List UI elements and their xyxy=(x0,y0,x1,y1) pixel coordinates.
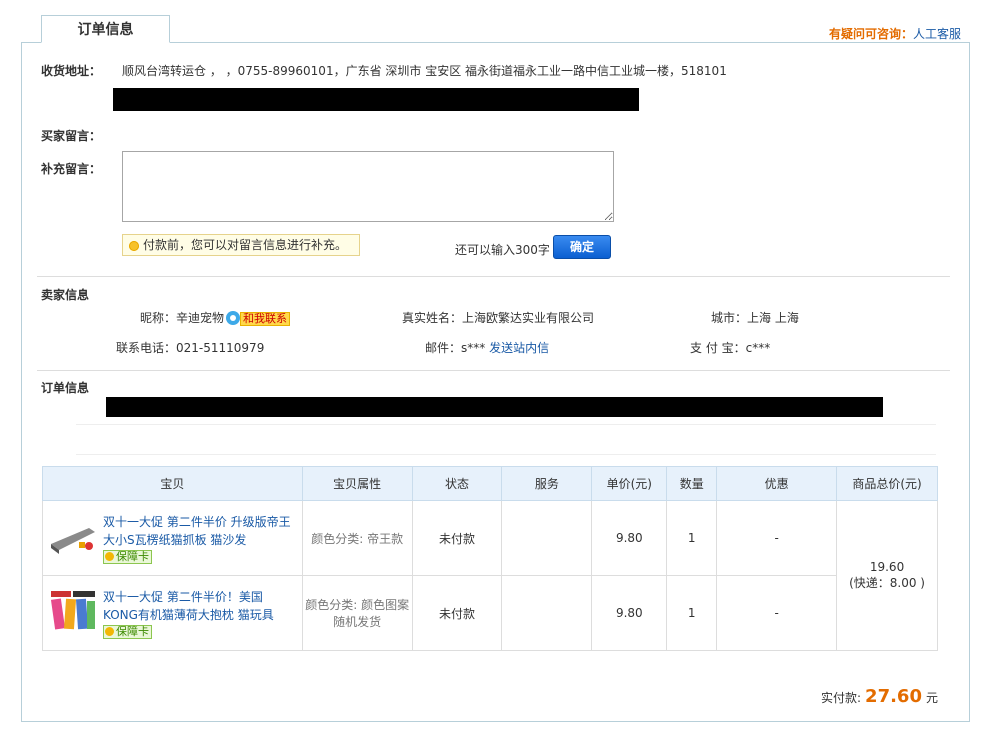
product-title-link[interactable]: 双十一大促 第二件半价 升级版帝王大小S瓦楞纸猫抓板 猫沙发 xyxy=(103,513,301,549)
price-cell: 9.80 xyxy=(591,500,668,576)
col-header-total: 商品总价(元) xyxy=(836,466,938,501)
shipping-address: 顺风台湾转运仓 ， ，0755-89960101，广东省 深圳市 宝安区 福永街… xyxy=(122,64,727,78)
shipping-label: 收货地址： xyxy=(41,64,102,78)
payment-label: 实付款: xyxy=(821,691,862,705)
realname-value: 上海欧繁达实业有限公司 xyxy=(462,311,595,325)
city-label: 城市： xyxy=(711,311,748,325)
customer-service-link[interactable]: 人工客服 xyxy=(913,27,961,41)
col-header-service: 服务 xyxy=(501,466,593,501)
tab-order-info[interactable]: 订单信息 xyxy=(41,15,170,43)
total-cell: 19.60 (快递：8.00 ) xyxy=(836,500,938,651)
product-cell: 双十一大促 第二件半价！美国KONG有机猫薄荷大抱枕 猫玩具 保障卡 xyxy=(42,575,303,651)
col-header-price: 单价(元) xyxy=(591,466,668,501)
discount-cell: - xyxy=(716,500,838,576)
confirm-button[interactable]: 确定 xyxy=(553,235,611,259)
status-cell: 未付款 xyxy=(411,575,503,651)
guarantee-badge[interactable]: 保障卡 xyxy=(103,549,152,564)
payment-summary: 实付款: 27.60 元 xyxy=(821,686,938,707)
price-cell: 9.80 xyxy=(591,575,668,651)
seller-section-title: 卖家信息 xyxy=(41,288,90,302)
table-row: 双十一大促 第二件半价 升级版帝王大小S瓦楞纸猫抓板 猫沙发 保障卡 颜色分类:… xyxy=(42,500,938,651)
qty-cell: 1 xyxy=(666,500,718,576)
city-value: 上海 上海 xyxy=(747,311,799,325)
guarantee-label: 保障卡 xyxy=(116,624,149,638)
payment-amount: 27.60 xyxy=(865,686,922,707)
guarantee-icon xyxy=(105,626,114,636)
alipay-value: c*** xyxy=(745,341,771,355)
seller-phone-row: 联系电话：021-51110979 xyxy=(116,339,264,356)
remaining-chars: 还可以输入300字 xyxy=(455,243,550,257)
discount-cell: - xyxy=(716,575,838,651)
guarantee-badge[interactable]: 保障卡 xyxy=(103,624,152,639)
redacted-block xyxy=(113,88,639,111)
total-amount: 19.60 xyxy=(869,560,905,574)
col-header-qty: 数量 xyxy=(666,466,718,501)
seller-nickname-row: 昵称：辛迪宠物 和我联系 xyxy=(140,309,291,326)
phone-value: 021-51110979 xyxy=(176,341,265,355)
product-title-link[interactable]: 双十一大促 第二件半价！美国KONG有机猫薄荷大抱枕 猫玩具 xyxy=(103,588,301,624)
attr-cell: 颜色分类: 颜色图案随机发货 xyxy=(301,575,413,651)
product-cell: 双十一大促 第二件半价 升级版帝王大小S瓦楞纸猫抓板 猫沙发 保障卡 xyxy=(42,500,303,576)
wangwang-icon[interactable] xyxy=(226,311,241,325)
help-line: 有疑问可咨询：人工客服 xyxy=(829,25,961,42)
qty-cell: 1 xyxy=(666,575,718,651)
note-tip-text: 付款前，您可以对留言信息进行补充。 xyxy=(143,238,348,252)
contact-me-button[interactable]: 和我联系 xyxy=(240,312,291,326)
alipay-label: 支 付 宝： xyxy=(690,341,746,355)
seller-city-row: 城市：上海 上海 xyxy=(711,309,799,326)
guarantee-icon xyxy=(105,551,114,561)
email-label: 邮件： xyxy=(425,341,462,355)
realname-label: 真实姓名： xyxy=(402,311,463,325)
service-cell xyxy=(501,575,593,651)
extra-note-textarea[interactable] xyxy=(122,151,614,222)
send-message-link[interactable]: 发送站内信 xyxy=(489,341,549,355)
product-thumbnail[interactable] xyxy=(49,514,97,560)
product-thumbnail[interactable] xyxy=(49,589,97,635)
payment-unit: 元 xyxy=(925,691,938,705)
col-header-status: 状态 xyxy=(411,466,503,501)
service-cell xyxy=(501,500,593,576)
table-row: 双十一大促 第二件半价！美国KONG有机猫薄荷大抱枕 猫玩具 保障卡 颜色分类:… xyxy=(42,575,938,651)
attr-cell: 颜色分类: 帝王款 xyxy=(301,500,413,576)
divider xyxy=(37,370,950,371)
shipping-fee: (快递：8.00 ) xyxy=(849,576,925,590)
extra-note-label: 补充留言： xyxy=(41,162,102,176)
col-header-discount: 优惠 xyxy=(716,466,838,501)
seller-alipay-row: 支 付 宝：c*** xyxy=(690,339,770,356)
col-header-item: 宝贝 xyxy=(42,466,303,501)
guarantee-label: 保障卡 xyxy=(116,549,149,563)
order-items-table: 宝贝 宝贝属性 状态 服务 单价(元) 数量 优惠 商品总价(元) 双十一大促 … xyxy=(42,466,938,651)
note-tip: 付款前，您可以对留言信息进行补充。 xyxy=(122,234,360,256)
lightbulb-icon xyxy=(129,240,139,251)
status-cell: 未付款 xyxy=(411,500,503,576)
phone-label: 联系电话： xyxy=(116,341,177,355)
order-section-title: 订单信息 xyxy=(41,381,90,395)
email-value: s*** xyxy=(461,341,486,355)
nickname-value: 辛迪宠物 xyxy=(176,311,225,325)
redacted-block xyxy=(106,397,883,417)
buyer-note-label: 买家留言： xyxy=(41,129,102,143)
seller-email-row: 邮件：s*** 发送站内信 xyxy=(425,339,549,356)
nickname-label: 昵称： xyxy=(140,311,177,325)
divider xyxy=(76,424,936,425)
help-question: 有疑问可咨询： xyxy=(828,27,913,41)
seller-realname-row: 真实姓名：上海欧繁达实业有限公司 xyxy=(402,309,594,326)
col-header-attr: 宝贝属性 xyxy=(301,466,413,501)
divider xyxy=(76,454,936,455)
table-header-row: 宝贝 宝贝属性 状态 服务 单价(元) 数量 优惠 商品总价(元) xyxy=(42,466,938,501)
divider xyxy=(37,276,950,277)
